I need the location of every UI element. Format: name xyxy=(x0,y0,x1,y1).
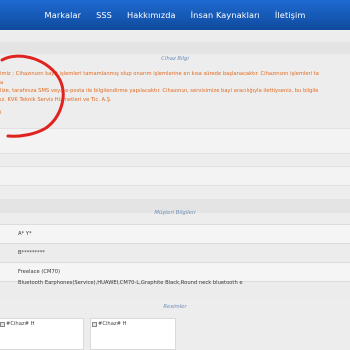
nav-item-iletisim[interactable]: İletişim xyxy=(275,10,306,20)
notice-line: imiz ; Cihazınızın kayıt işlemleri tamam… xyxy=(0,71,319,77)
top-navbar: Markalar SSS Hakkımızda İnsan Kaynakları… xyxy=(0,0,350,30)
empty-row xyxy=(0,128,350,154)
broken-image-icon xyxy=(0,321,5,327)
device-image-1[interactable]: #Cihaz# H xyxy=(0,318,84,350)
product-description: Bluetooth Earphones(Service),HUAWEI,CM70… xyxy=(18,280,243,286)
customer-phone: B********* xyxy=(18,250,45,256)
image-alt-text: #Cihaz# H xyxy=(98,321,127,327)
device-model-row: Freelace (CM70) xyxy=(0,262,350,281)
notice-line: ız. KVK Teknik Servis Hizmetleri ve Tic.… xyxy=(0,96,112,103)
nav-item-sss[interactable]: SSS xyxy=(96,10,112,20)
device-model: Freelace (CM70) xyxy=(18,269,61,275)
nav-item-markalar[interactable]: Markalar xyxy=(45,10,82,20)
images-title: Resimler xyxy=(163,304,187,310)
device-status-notice: imiz ; Cihazınızın kayıt işlemleri tamam… xyxy=(0,70,350,104)
empty-row xyxy=(0,166,350,186)
customer-name-row: A* Y* xyxy=(0,224,350,243)
image-alt-1: #Cihaz# H xyxy=(0,321,35,327)
device-info-header-band xyxy=(0,42,350,54)
notice-line: a xyxy=(0,79,4,86)
notice-line: lize, tarafınıza SMS veya e-posta ile bi… xyxy=(0,88,319,95)
product-row: Bluetooth Earphones(Service),HUAWEI,CM70… xyxy=(0,280,350,299)
image-alt-text: #Cihaz# H xyxy=(6,321,35,327)
broken-image-icon xyxy=(92,321,97,327)
customer-name: A* Y* xyxy=(18,231,32,237)
customer-phone-row: B********* xyxy=(0,243,350,262)
notice-tail: i xyxy=(0,110,2,116)
device-info-title: Cihaz Bilgi xyxy=(161,56,189,62)
customer-info-title: Müşteri Bilgileri xyxy=(154,210,196,216)
nav-item-insan-kaynaklari[interactable]: İnsan Kaynakları xyxy=(191,10,260,20)
device-image-2[interactable]: #Cihaz# H xyxy=(90,318,176,350)
nav-item-hakkimizda[interactable]: Hakkımızda xyxy=(127,10,176,20)
image-alt-2: #Cihaz# H xyxy=(92,321,127,327)
